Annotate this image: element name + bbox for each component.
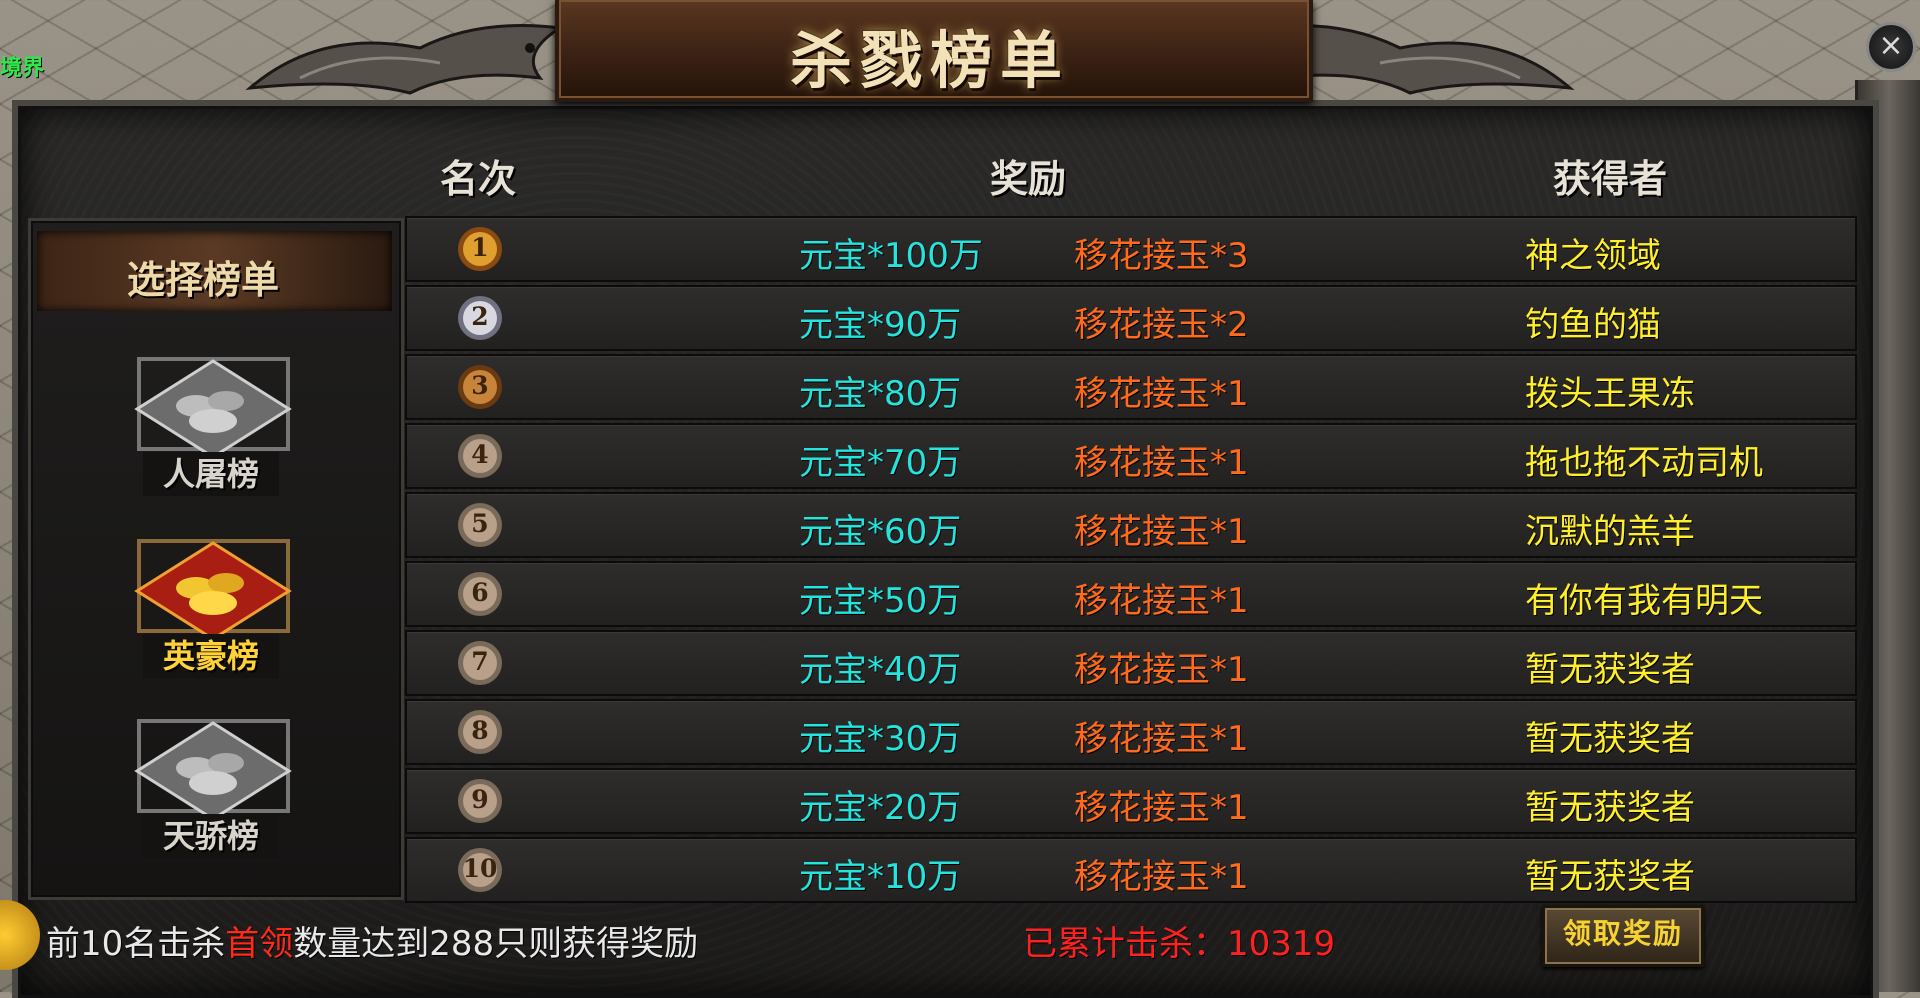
rank-number: 6 [471, 578, 489, 607]
table-row: 4 元宝*70万 移花接玉*1 拖也拖不动司机 [405, 423, 1857, 489]
condition-highlight: 首领 [225, 924, 294, 964]
title-banner: 杀戮榜单 [555, 0, 1313, 102]
board-tab-label: 天骄榜 [143, 814, 279, 858]
table-row: 2 元宝*90万 移花接玉*2 钓鱼的猫 [405, 285, 1857, 351]
column-header-reward: 奖励 [990, 156, 1067, 201]
reward-item: 移花接玉*1 [1074, 650, 1249, 690]
table-row: 10 元宝*10万 移花接玉*1 暂无获奖者 [405, 837, 1857, 903]
reward-gold: 元宝*60万 [799, 512, 962, 552]
treasure-pile-icon [134, 719, 292, 821]
rank-number: 7 [471, 647, 489, 676]
winner-name: 暂无获奖者 [1525, 788, 1695, 828]
board-selector-label: 选择榜单 [127, 257, 280, 302]
close-icon: × [1878, 28, 1904, 63]
rank-medal-icon: 7 [455, 638, 505, 688]
rank-medal-icon: 9 [455, 776, 505, 826]
board-tab-label: 英豪榜 [143, 634, 279, 678]
table-row: 3 元宝*80万 移花接玉*1 拨头王果冻 [405, 354, 1857, 420]
table-row: 7 元宝*40万 移花接玉*1 暂无获奖者 [405, 630, 1857, 696]
column-header-rank: 名次 [440, 156, 517, 201]
table-row: 6 元宝*50万 移花接玉*1 有你有我有明天 [405, 561, 1857, 627]
kill-count: 已累计击杀：10319 [1023, 924, 1336, 964]
dragon-ornament-left-icon [245, 24, 565, 95]
rank-medal-icon: 6 [455, 569, 505, 619]
reward-gold: 元宝*40万 [799, 650, 962, 690]
rank-number: 4 [471, 440, 489, 469]
reward-item: 移花接玉*1 [1074, 443, 1249, 483]
reward-item: 移花接玉*1 [1074, 374, 1249, 414]
rank-medal-icon: 1 [455, 224, 505, 274]
winner-name: 有你有我有明天 [1525, 581, 1763, 621]
rank-number: 1 [471, 233, 489, 262]
table-row: 1 元宝*100万 移花接玉*3 神之领域 [405, 216, 1857, 282]
treasure-pile-icon [134, 357, 292, 459]
rank-medal-icon: 3 [455, 362, 505, 412]
board-tab-label: 人屠榜 [143, 452, 279, 496]
reward-gold: 元宝*30万 [799, 719, 962, 759]
winner-name: 钓鱼的猫 [1525, 305, 1661, 345]
rank-number: 9 [471, 785, 489, 814]
winner-name: 拖也拖不动司机 [1525, 443, 1763, 483]
winner-name: 拨头王果冻 [1525, 374, 1695, 414]
reward-item: 移花接玉*1 [1074, 719, 1249, 759]
reward-gold: 元宝*80万 [799, 374, 962, 414]
reward-item: 移花接玉*1 [1074, 512, 1249, 552]
rank-number: 10 [462, 854, 498, 883]
claim-reward-button[interactable]: 领取奖励 [1542, 905, 1704, 967]
table-row: 5 元宝*60万 移花接玉*1 沉默的羔羊 [405, 492, 1857, 558]
table-row: 8 元宝*30万 移花接玉*1 暂无获奖者 [405, 699, 1857, 765]
reward-gold: 元宝*50万 [799, 581, 962, 621]
board-tab-rentu[interactable]: 人屠榜 [131, 351, 296, 496]
board-selector: 选择榜单 人屠榜 英豪榜 天骄榜 [28, 218, 404, 900]
winner-name: 暂无获奖者 [1525, 650, 1695, 690]
reward-item: 移花接玉*1 [1074, 788, 1249, 828]
rank-number: 2 [471, 302, 489, 331]
winner-name: 暂无获奖者 [1525, 719, 1695, 759]
board-tab-tianjiao[interactable]: 天骄榜 [131, 713, 296, 858]
rank-medal-icon: 5 [455, 500, 505, 550]
rank-medal-icon: 8 [455, 707, 505, 757]
winner-name: 沉默的羔羊 [1525, 512, 1695, 552]
column-header-winner: 获得者 [1553, 156, 1668, 201]
reward-gold: 元宝*10万 [799, 857, 962, 897]
page-title: 杀戮榜单 [789, 24, 1070, 97]
condition-prefix: 前10名击杀 [46, 924, 226, 964]
reward-item: 移花接玉*1 [1074, 857, 1249, 897]
reward-gold: 元宝*90万 [799, 305, 962, 345]
winner-name: 暂无获奖者 [1525, 857, 1695, 897]
rank-medal-icon: 4 [455, 431, 505, 481]
reward-gold: 元宝*20万 [799, 788, 962, 828]
rank-number: 8 [471, 716, 489, 745]
table-row: 9 元宝*20万 移花接玉*1 暂无获奖者 [405, 768, 1857, 834]
rank-medal-icon: 2 [455, 293, 505, 343]
reward-condition-text: 前10名击杀首领数量达到288只则获得奖励 [46, 916, 698, 965]
close-button[interactable]: × [1866, 22, 1916, 72]
reward-gold: 元宝*100万 [799, 236, 983, 276]
board-selector-title: 选择榜单 [37, 231, 392, 311]
realm-label: 境界 [0, 56, 45, 81]
reward-item: 移花接玉*2 [1074, 305, 1249, 345]
reward-item: 移花接玉*3 [1074, 236, 1249, 276]
rank-number: 5 [471, 509, 489, 538]
winner-name: 神之领域 [1525, 236, 1661, 276]
rank-medal-icon: 10 [455, 845, 505, 895]
condition-suffix: 数量达到288只则获得奖励 [293, 924, 699, 964]
treasure-pile-icon [134, 539, 292, 641]
reward-gold: 元宝*70万 [799, 443, 962, 483]
rank-number: 3 [471, 371, 489, 400]
reward-item: 移花接玉*1 [1074, 581, 1249, 621]
board-tab-yinghao[interactable]: 英豪榜 [131, 533, 296, 678]
